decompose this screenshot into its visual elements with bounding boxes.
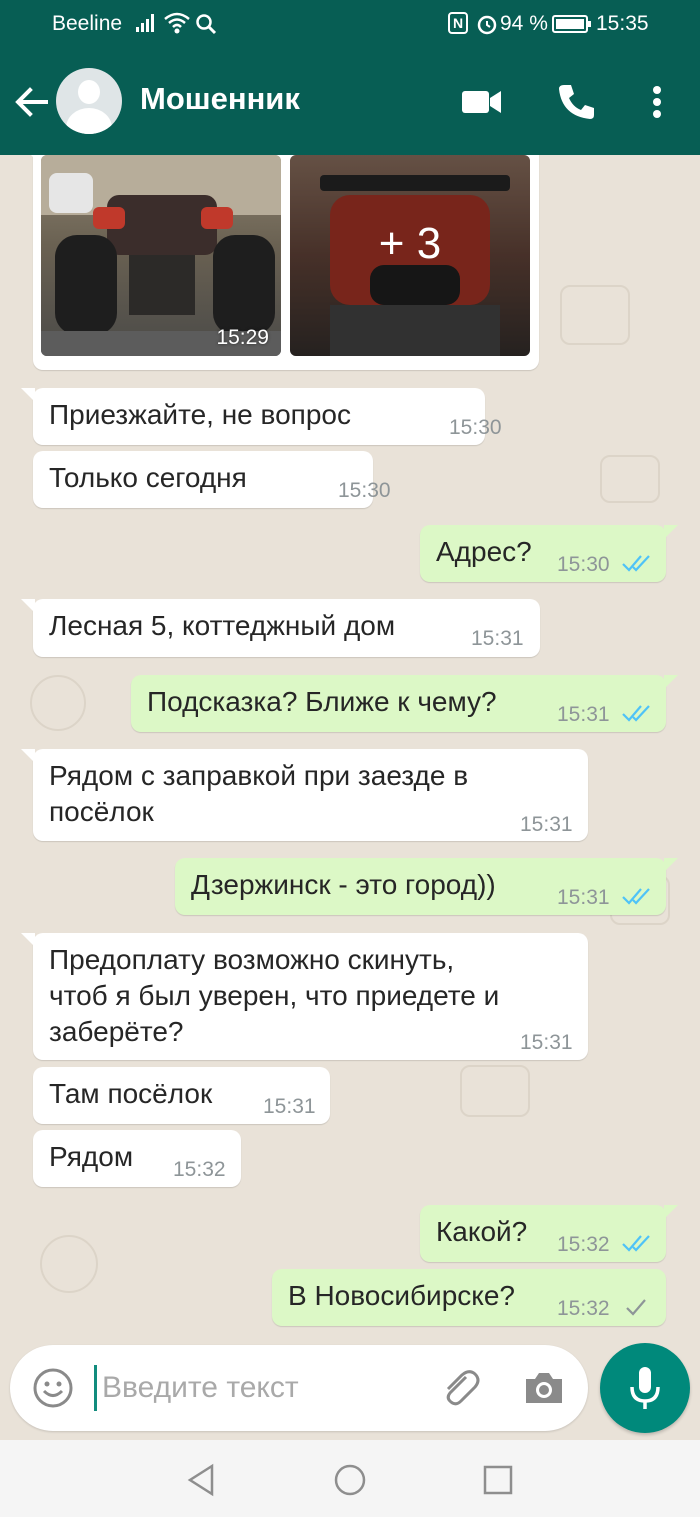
mic-button[interactable] <box>600 1343 690 1433</box>
incoming-message[interactable]: Лесная 5, коттеджный дом 15:31 <box>21 599 540 657</box>
message-time: 15:31 <box>471 627 524 650</box>
nfc-icon: N <box>448 12 468 34</box>
phone-icon[interactable] <box>552 78 600 126</box>
media-album[interactable]: 15:29 + 3 <box>21 155 539 370</box>
message-time: 15:32 <box>557 1233 610 1256</box>
incoming-message[interactable]: Там посёлок 15:31 <box>33 1067 330 1124</box>
more-vert-icon[interactable] <box>640 78 674 126</box>
message-time: 15:31 <box>520 813 573 836</box>
double-check-icon <box>622 1235 650 1252</box>
incoming-message[interactable]: Предоплату возможно скинуть, чтоб я был … <box>21 933 588 1060</box>
status-clock: 15:35 <box>596 12 649 35</box>
wallpaper-doodle <box>460 1065 530 1117</box>
incoming-message[interactable]: Приезжайте, не вопрос 15:30 <box>21 388 502 445</box>
alarm-icon <box>477 15 497 35</box>
text-cursor <box>94 1365 97 1411</box>
message-text: Какой? <box>436 1216 528 1247</box>
wallpaper-doodle <box>560 285 630 345</box>
camera-icon[interactable] <box>522 1367 566 1409</box>
attach-icon[interactable] <box>436 1365 482 1411</box>
message-time: 15:32 <box>173 1158 226 1181</box>
double-check-icon <box>622 555 650 572</box>
message-time: 15:31 <box>557 886 610 909</box>
message-time: 15:31 <box>263 1095 316 1118</box>
mic-icon <box>630 1367 660 1409</box>
atv-photo-more[interactable]: + 3 <box>290 155 530 356</box>
battery-icon <box>552 15 591 33</box>
media-time: 15:29 <box>216 326 269 349</box>
more-photos-count: + 3 <box>378 219 442 268</box>
status-bar: Beeline N 94 % 15:35 <box>0 0 700 48</box>
message-text: Рядом <box>49 1141 134 1172</box>
carrier-name: Beeline <box>52 12 123 35</box>
message-time: 15:30 <box>449 416 502 439</box>
outgoing-message[interactable]: Дзержинск - это город)) 15:31 <box>175 858 678 915</box>
incoming-message[interactable]: Рядом с заправкой при заезде в посёлок 15… <box>21 749 588 841</box>
wifi-icon <box>164 12 190 34</box>
message-text: Лесная 5, коттеджный дом <box>49 610 396 641</box>
message-text: Дзержинск - это город)) <box>191 869 496 900</box>
signal-icon <box>136 14 158 32</box>
emoji-icon[interactable] <box>32 1367 74 1409</box>
single-check-icon <box>626 1299 646 1316</box>
nav-back-icon[interactable] <box>182 1460 222 1500</box>
outgoing-message[interactable]: В Новосибирске? 15:32 <box>272 1269 666 1326</box>
outgoing-message[interactable]: Какой? 15:32 <box>420 1205 678 1262</box>
chat-header: Мошенник <box>0 48 700 155</box>
search-icon <box>196 14 217 35</box>
system-nav-bar <box>0 1440 700 1517</box>
wallpaper-doodle <box>40 1235 98 1293</box>
message-time: 15:31 <box>557 703 610 726</box>
atv-photo[interactable]: 15:29 <box>41 155 281 356</box>
incoming-message[interactable]: Рядом 15:32 <box>33 1130 241 1187</box>
message-text: Адрес? <box>436 536 532 567</box>
message-time: 15:30 <box>557 553 610 576</box>
incoming-message[interactable]: Только сегодня 15:30 <box>33 451 391 508</box>
double-check-icon <box>622 705 650 722</box>
outgoing-message[interactable]: Адрес? 15:30 <box>420 525 678 582</box>
nav-recents-icon[interactable] <box>478 1460 518 1500</box>
contact-name[interactable]: Мошенник <box>140 81 300 117</box>
message-composer <box>10 1345 588 1431</box>
message-text: Предоплату возможно скинуть, чтоб я был … <box>49 944 500 1047</box>
avatar[interactable] <box>56 68 122 134</box>
message-text: Рядом с заправкой при заезде в посёлок <box>49 760 469 827</box>
message-text: Приезжайте, не вопрос <box>49 399 351 430</box>
message-text: Только сегодня <box>49 462 247 493</box>
message-time: 15:30 <box>338 479 391 502</box>
double-check-icon <box>622 888 650 905</box>
message-text: Там посёлок <box>49 1078 213 1109</box>
message-text: Подсказка? Ближе к чему? <box>147 686 497 717</box>
message-input[interactable] <box>102 1365 422 1411</box>
battery-percent: 94 % <box>500 12 548 35</box>
message-time: 15:31 <box>520 1031 573 1054</box>
message-text: В Новосибирске? <box>288 1280 515 1311</box>
outgoing-message[interactable]: Подсказка? Ближе к чему? 15:31 <box>131 675 678 732</box>
video-camera-icon[interactable] <box>458 78 506 126</box>
wallpaper-doodle <box>600 455 660 503</box>
wallpaper-doodle <box>30 675 86 731</box>
chat-area[interactable]: 15:29 + 3 Приезжайте, не вопрос 15:30 Толь… <box>0 155 700 1440</box>
message-time: 15:32 <box>557 1297 610 1320</box>
nav-home-icon[interactable] <box>330 1460 370 1500</box>
back-arrow-icon[interactable] <box>10 80 54 124</box>
